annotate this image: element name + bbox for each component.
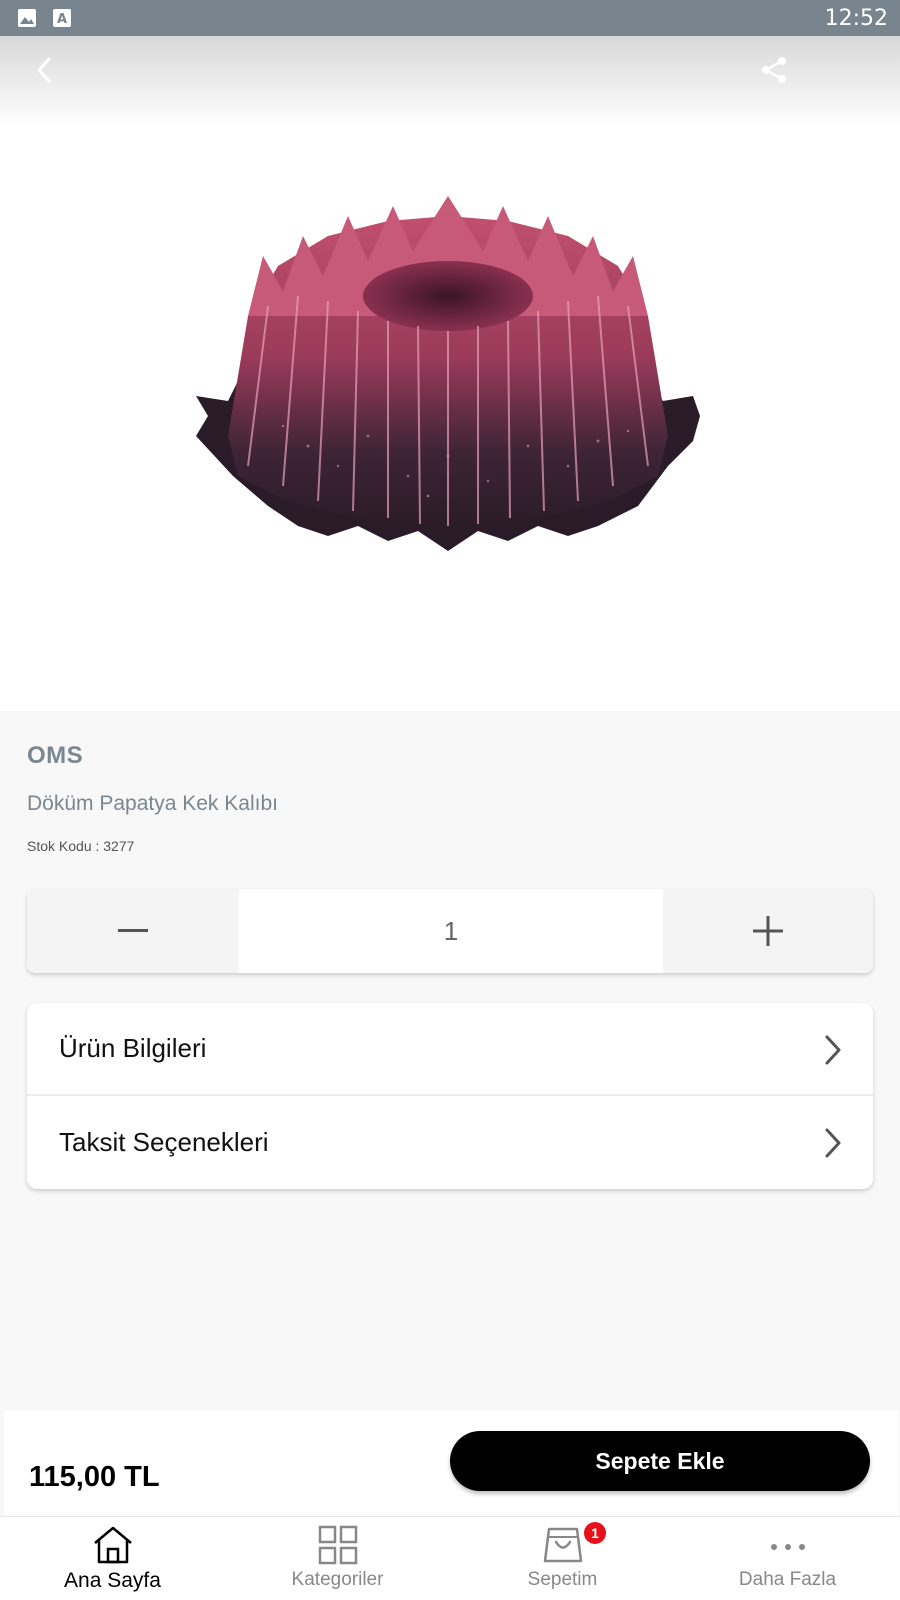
font-notification-icon: A bbox=[53, 9, 71, 27]
more-dots-icon bbox=[770, 1544, 805, 1550]
chevron-right-icon bbox=[825, 1128, 841, 1158]
accordion-item-product-info[interactable]: Ürün Bilgileri bbox=[27, 1003, 873, 1096]
nav-item-cart[interactable]: Sepetim bbox=[450, 1517, 675, 1600]
image-notification-icon bbox=[18, 9, 36, 27]
nav-item-label: Kategoriler bbox=[291, 1569, 384, 1590]
product-details-accordion: Ürün Bilgileri Taksit Seçenekleri bbox=[27, 1003, 873, 1189]
nav-item-label: Daha Fazla bbox=[738, 1569, 837, 1590]
nav-item-label: Ana Sayfa bbox=[64, 1569, 161, 1592]
status-time: 12:52 bbox=[824, 6, 888, 31]
grid-icon bbox=[318, 1525, 357, 1565]
status-bar: A 12:52 bbox=[0, 0, 900, 36]
nav-item-categories[interactable]: Kategoriler bbox=[225, 1517, 450, 1600]
quantity-stepper: 1 bbox=[27, 889, 873, 973]
product-name: Döküm Papatya Kek Kalıbı bbox=[27, 792, 278, 815]
increase-quantity-button[interactable] bbox=[663, 889, 873, 973]
quantity-value[interactable]: 1 bbox=[239, 889, 663, 973]
chevron-left-icon bbox=[37, 57, 51, 83]
product-image bbox=[196, 196, 700, 551]
plus-icon bbox=[753, 916, 783, 946]
minus-icon bbox=[118, 929, 148, 932]
nav-item-more[interactable]: Daha Fazla bbox=[675, 1517, 900, 1600]
accordion-item-label: Taksit Seçenekleri bbox=[59, 1127, 269, 1157]
back-button[interactable] bbox=[26, 50, 62, 90]
svg-text:A: A bbox=[57, 12, 67, 27]
shopping-bag-icon bbox=[543, 1527, 582, 1563]
nav-item-label: Sepetim bbox=[527, 1569, 598, 1590]
chevron-right-icon bbox=[825, 1035, 841, 1065]
product-sku: Stok Kodu : 3277 bbox=[27, 838, 135, 854]
accordion-item-label: Ürün Bilgileri bbox=[59, 1033, 207, 1063]
decrease-quantity-button[interactable] bbox=[27, 889, 239, 973]
home-icon bbox=[93, 1526, 132, 1564]
share-button[interactable] bbox=[756, 50, 792, 90]
share-icon bbox=[762, 57, 786, 83]
cart-count-badge: 1 bbox=[584, 1522, 606, 1544]
product-brand: OMS bbox=[27, 742, 84, 769]
product-image-area bbox=[0, 36, 900, 711]
nav-item-home[interactable]: Ana Sayfa bbox=[0, 1517, 225, 1600]
bottom-navigation: Ana Sayfa Kategoriler Sepetim Daha Fazla bbox=[0, 1516, 900, 1600]
accordion-item-installments[interactable]: Taksit Seçenekleri bbox=[27, 1096, 873, 1189]
add-to-cart-button[interactable]: Sepete Ekle bbox=[450, 1431, 870, 1491]
product-price: 115,00 TL bbox=[29, 1461, 160, 1493]
